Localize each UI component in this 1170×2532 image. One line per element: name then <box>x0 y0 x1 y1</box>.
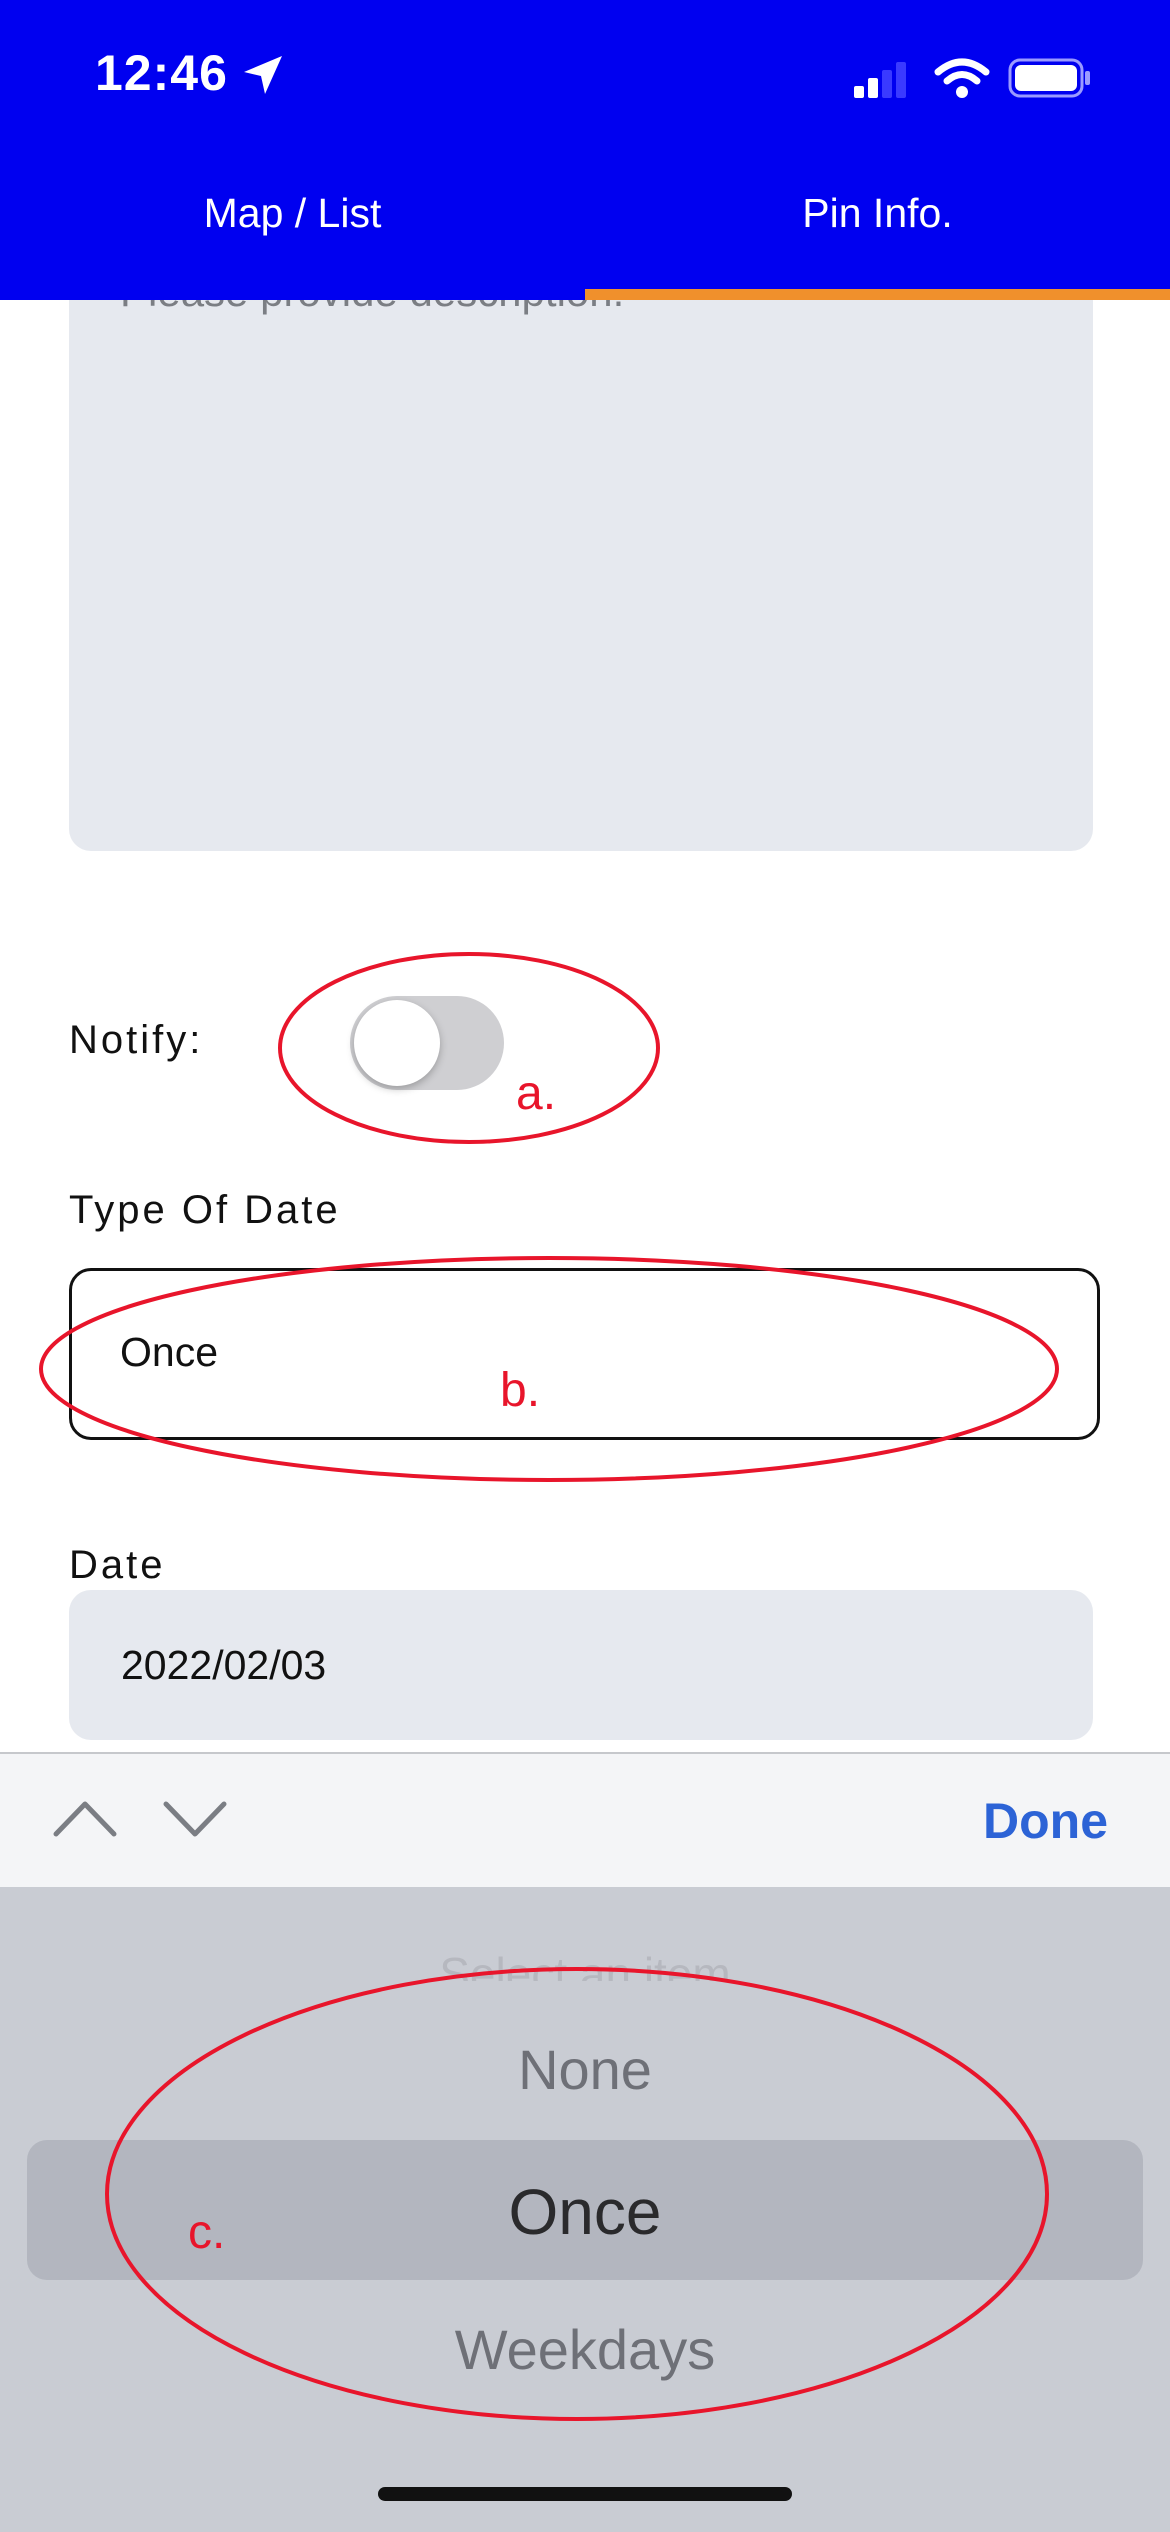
annotation-label-a: a. <box>516 1067 557 1120</box>
annotation-label-c: c. <box>188 2206 226 2259</box>
annotation-ellipse-a <box>278 952 660 1144</box>
annotation-overlay <box>39 952 1059 2421</box>
annotation-ellipse-b <box>39 1256 1059 1482</box>
annotation-ellipse-c <box>105 1967 1049 2421</box>
annotation-label-b: b. <box>500 1364 541 1417</box>
